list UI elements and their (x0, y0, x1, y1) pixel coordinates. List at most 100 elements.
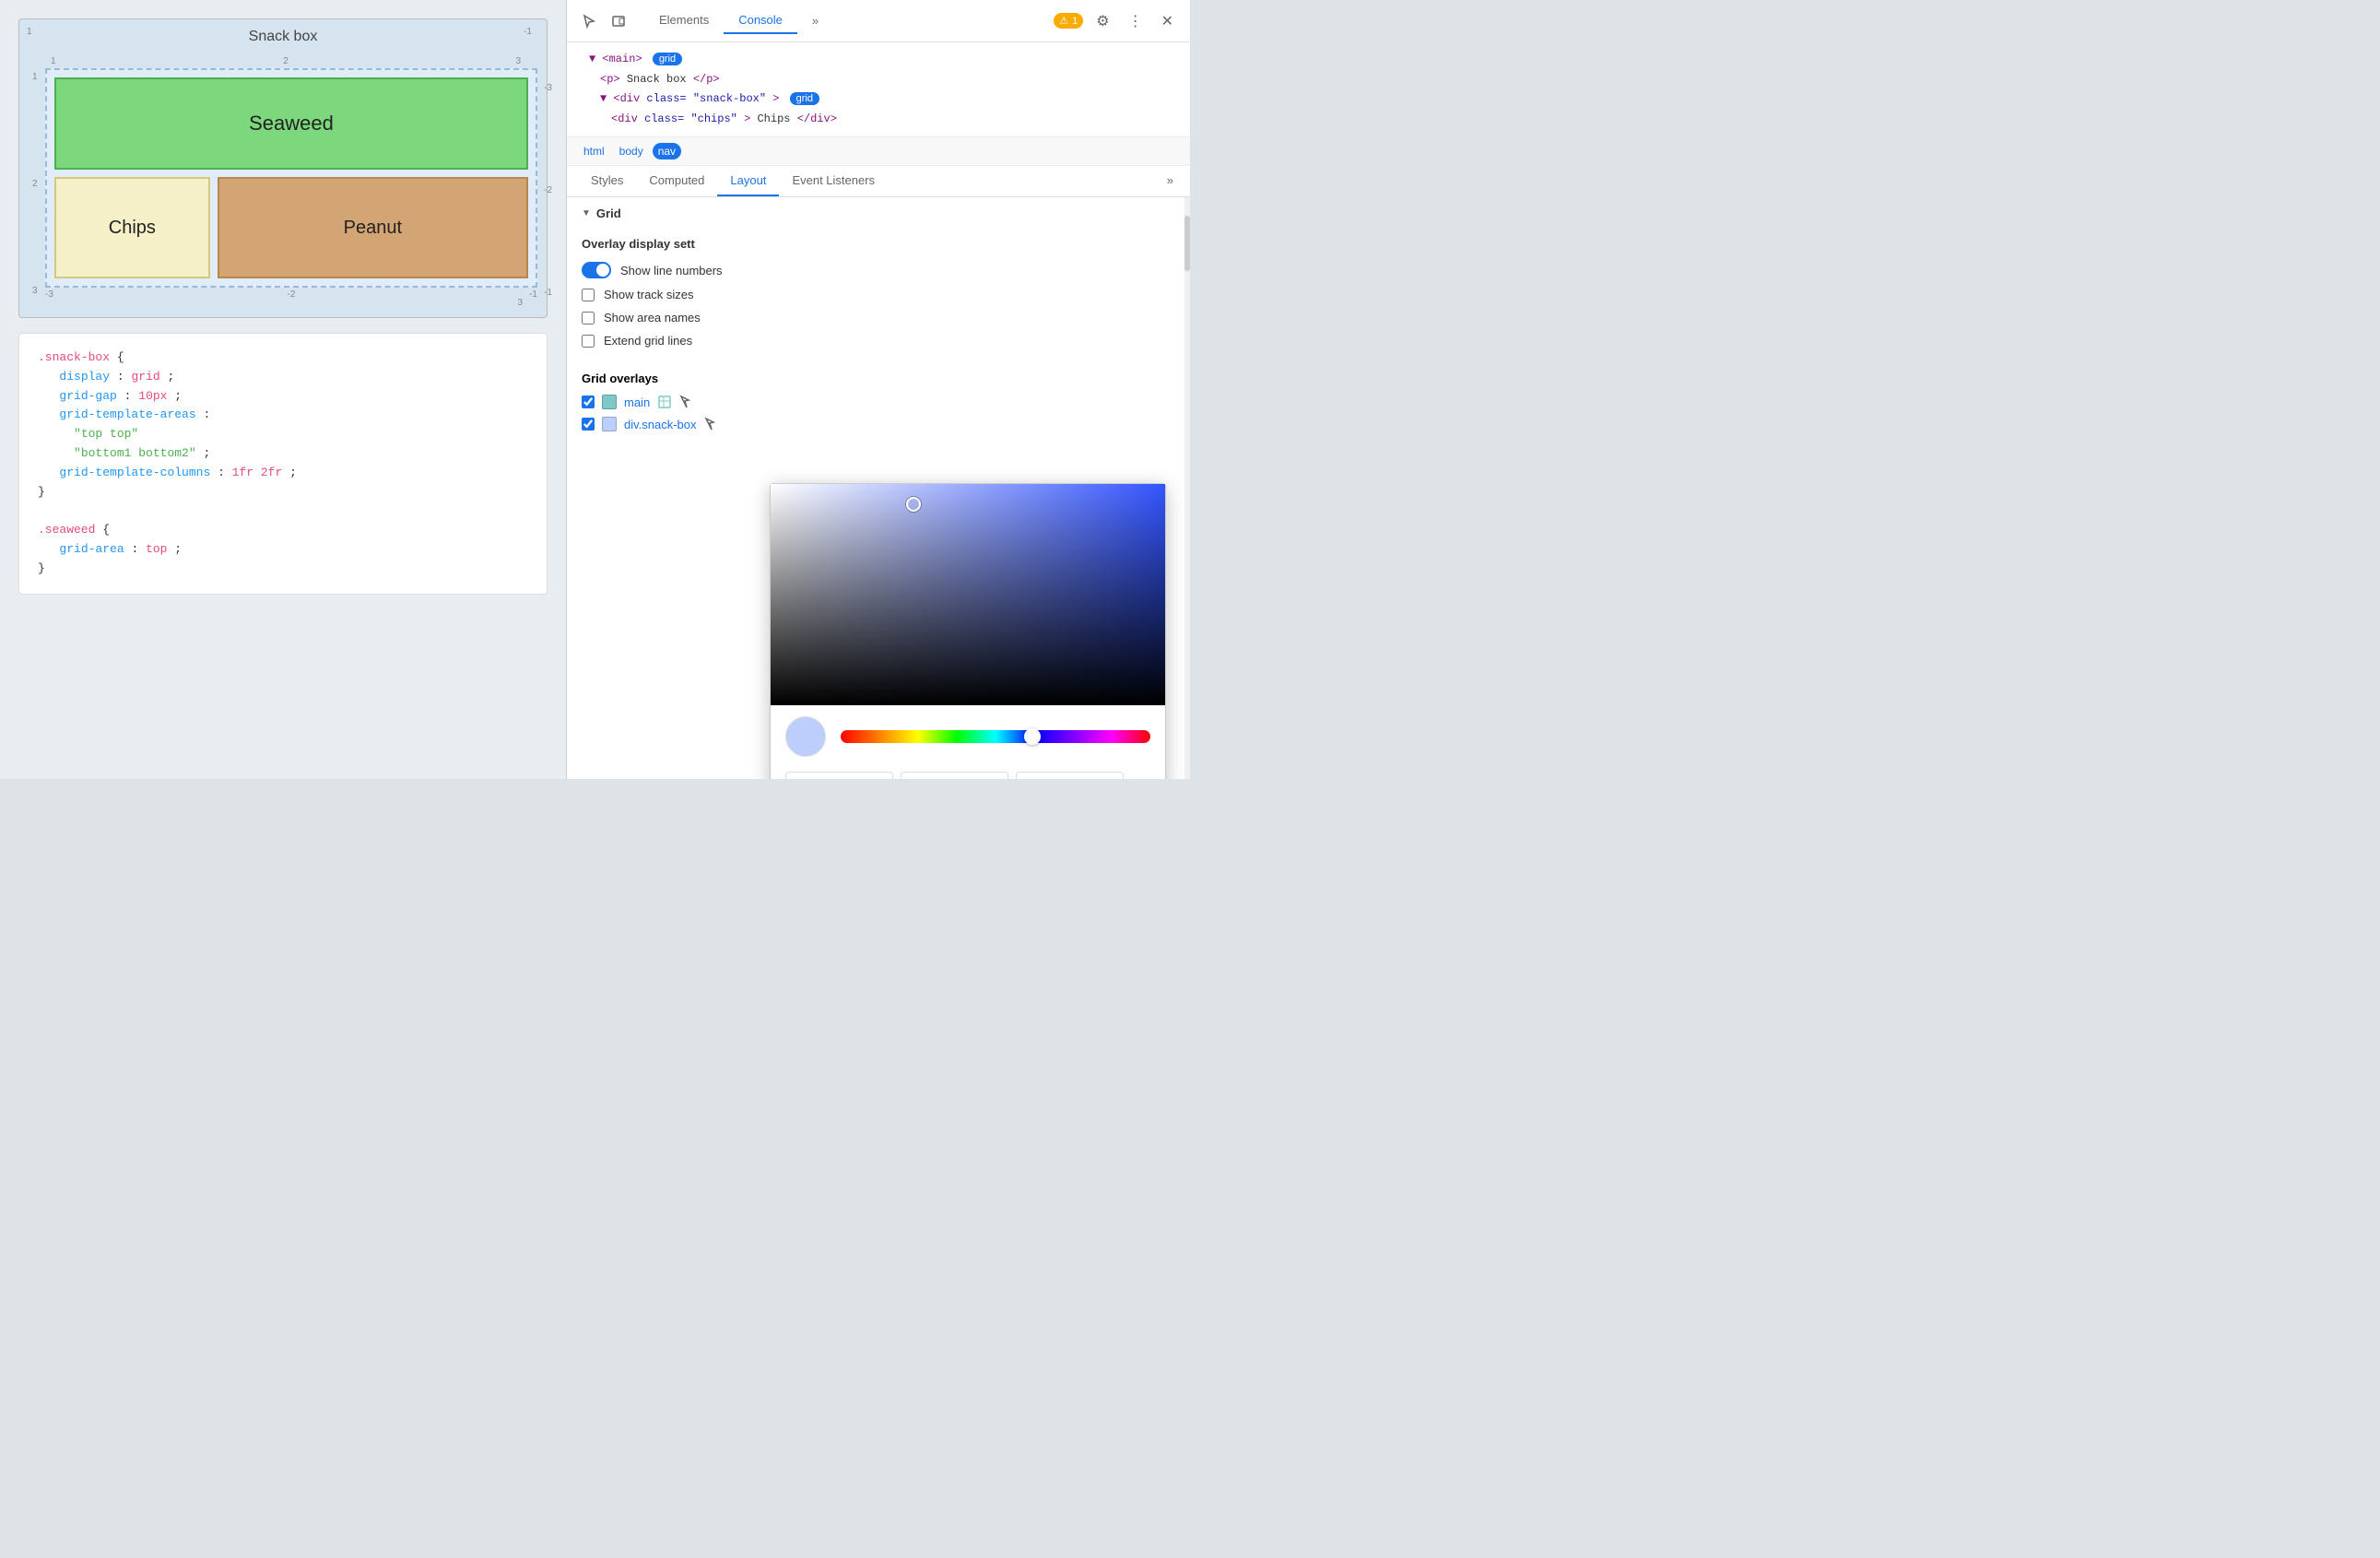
color-controls (771, 705, 1165, 768)
overlay-main-checkbox[interactable] (582, 395, 595, 408)
header-icons-group (578, 10, 630, 32)
r-input[interactable] (785, 772, 893, 779)
dom-line-div-snackbox[interactable]: ▼ <div class= "snack-box" > grid (578, 89, 1179, 110)
tab-console[interactable]: Console (724, 7, 797, 34)
layout-tabs-more[interactable]: » (1161, 166, 1179, 196)
color-gradient-area[interactable] (771, 484, 1165, 705)
devtools-header: Elements Console » ⚠ 1 ⚙ ⋮ ✕ (567, 0, 1190, 42)
color-cursor (906, 497, 921, 512)
left-panel: Snack box 1 2 3 1 2 3 Seaweed Chips Pean… (0, 0, 567, 779)
show-track-sizes-checkbox[interactable] (582, 289, 595, 301)
overlay-snackbox-select-icon[interactable] (704, 417, 719, 431)
show-line-numbers-toggle[interactable] (582, 262, 611, 278)
cell-chips: Chips (54, 177, 210, 278)
rgb-inputs: R G B ⇅ (771, 772, 1165, 779)
dom-tree: ▼ <main> grid <p> Snack box </p> ▼ <div … (567, 42, 1190, 137)
show-area-names-row: Show area names (582, 311, 1175, 325)
code-section: .snack-box { display : grid ; grid-gap :… (18, 333, 548, 595)
overlay-settings: Overlay display sett Show line numbers S… (567, 230, 1190, 364)
code-line-11: grid-area : top ; (38, 540, 528, 560)
overlay-snackbox-color-swatch[interactable] (602, 417, 617, 431)
right-panel: Elements Console » ⚠ 1 ⚙ ⋮ ✕ ▼ <main> gr… (567, 0, 1190, 779)
grid-numbers-left: 1 2 3 (29, 68, 45, 300)
r-input-group: R (785, 772, 893, 779)
grid-neg-right: -3 -2 -1 (544, 79, 552, 301)
show-area-names-label: Show area names (604, 311, 701, 325)
color-picker-popup: R G B ⇅ (770, 483, 1166, 779)
warning-count: 1 (1072, 16, 1078, 27)
corner-tl: 1 (27, 27, 32, 37)
code-line-12: } (38, 560, 528, 579)
code-line-4: grid-template-areas : (38, 406, 528, 425)
overlay-row-snackbox: div.snack-box (582, 417, 1175, 431)
grid-section-header: ▼ Grid (567, 197, 1190, 230)
tab-computed[interactable]: Computed (636, 166, 717, 196)
show-track-sizes-row: Show track sizes (582, 288, 1175, 301)
grid-area-wrapper: Seaweed Chips Peanut -3 -2 -1 -3 -2 -1 (45, 68, 537, 300)
code-line-10: .seaweed { (38, 521, 528, 540)
tab-event-listeners[interactable]: Event Listeners (779, 166, 888, 196)
show-line-numbers-row: Show line numbers (582, 262, 1175, 278)
overlay-snackbox-label[interactable]: div.snack-box (624, 418, 697, 431)
code-line-7: grid-template-columns : 1fr 2fr ; (38, 464, 528, 483)
more-dots-icon[interactable]: ⋮ (1123, 8, 1149, 34)
hue-slider-knob (1024, 728, 1041, 745)
settings-gear-icon[interactable]: ⚙ (1090, 8, 1114, 34)
b-input[interactable] (1016, 772, 1124, 779)
snack-box-title: Snack box (29, 29, 537, 45)
tabs-more-button[interactable]: » (805, 8, 826, 33)
overlay-snackbox-checkbox[interactable] (582, 418, 595, 431)
hue-slider[interactable] (841, 730, 1150, 743)
warning-icon: ⚠ (1059, 15, 1068, 27)
main-tabs: Elements Console (644, 7, 797, 34)
code-line-6: "bottom1 bottom2" ; (38, 444, 528, 464)
code-line-3: grid-gap : 10px ; (38, 387, 528, 407)
color-preview-circle (785, 716, 826, 757)
show-line-numbers-label: Show line numbers (620, 264, 723, 277)
overlay-settings-title: Overlay display sett (582, 237, 1175, 251)
g-input-group: G (901, 772, 1008, 779)
grid-overlays-section: Grid overlays main div.snack-bo (567, 364, 1190, 446)
device-toggle-icon[interactable] (607, 10, 630, 32)
snack-grid: Seaweed Chips Peanut (45, 68, 537, 288)
dom-line-div-chips[interactable]: <div class= "chips" > Chips </div> (578, 110, 1179, 130)
g-input[interactable] (901, 772, 1008, 779)
tab-styles[interactable]: Styles (578, 166, 636, 196)
grid-overlays-title: Grid overlays (582, 372, 1175, 385)
overlay-main-color-swatch[interactable] (602, 395, 617, 409)
grid-neg-bottom: -3 -2 -1 (45, 288, 537, 300)
grid-badge-main: grid (653, 53, 682, 65)
overlay-row-main: main (582, 395, 1175, 409)
code-line-8: } (38, 483, 528, 502)
dom-line-p[interactable]: <p> Snack box </p> (578, 70, 1179, 90)
overlay-main-grid-icon (657, 395, 672, 409)
triangle-icon: ▼ (582, 208, 591, 218)
tab-elements[interactable]: Elements (644, 7, 724, 34)
hue-slider-container (841, 730, 1150, 743)
dom-line-main[interactable]: ▼ <main> grid (578, 50, 1179, 70)
rgb-mode-toggle[interactable]: ⇅ (1131, 772, 1150, 779)
overlay-main-select-icon[interactable] (679, 395, 694, 409)
layout-tabs: Styles Computed Layout Event Listeners » (567, 166, 1190, 197)
grid-demo-container: Snack box 1 2 3 1 2 3 Seaweed Chips Pean… (18, 18, 548, 318)
cursor-tool-icon[interactable] (578, 10, 600, 32)
close-devtools-icon[interactable]: ✕ (1156, 8, 1179, 34)
breadcrumb: html body nav (567, 137, 1190, 166)
cell-seaweed: Seaweed (54, 77, 528, 170)
code-line-5: "top top" (38, 425, 528, 444)
extend-grid-lines-row: Extend grid lines (582, 334, 1175, 348)
breadcrumb-html[interactable]: html (578, 143, 610, 159)
code-line-1: .snack-box { (38, 348, 528, 368)
scrollbar-thumb[interactable] (1184, 216, 1190, 271)
extend-grid-lines-checkbox[interactable] (582, 335, 595, 348)
layout-content: ▼ Grid Overlay display sett Show line nu… (567, 197, 1190, 779)
show-area-names-checkbox[interactable] (582, 312, 595, 325)
extend-grid-lines-label: Extend grid lines (604, 334, 692, 348)
breadcrumb-nav[interactable]: nav (653, 143, 681, 159)
grid-numbers-top: 1 2 3 (29, 56, 537, 66)
tab-layout[interactable]: Layout (717, 166, 779, 196)
breadcrumb-body[interactable]: body (614, 143, 649, 159)
overlay-main-label[interactable]: main (624, 395, 650, 409)
toggle-knob (596, 264, 609, 277)
b-input-group: B (1016, 772, 1124, 779)
